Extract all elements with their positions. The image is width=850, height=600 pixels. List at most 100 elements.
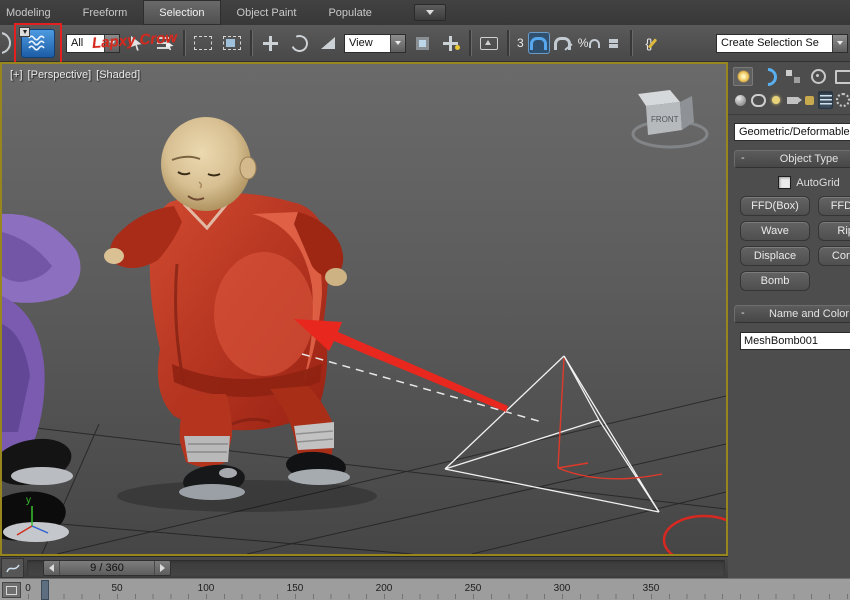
edit-named-selection-sets-button[interactable]: {} bbox=[637, 30, 663, 56]
tab-hierarchy[interactable] bbox=[783, 67, 803, 86]
object-type-button-bomb[interactable]: Bomb bbox=[740, 271, 810, 291]
window-crossing-icon bbox=[223, 36, 241, 50]
select-and-scale-button[interactable] bbox=[315, 30, 341, 56]
angle-snap-toggle[interactable] bbox=[553, 32, 575, 54]
object-type-rollout: - Object Type AutoGrid FFD(Box) FFD(Cyl) W… bbox=[734, 150, 850, 296]
character-red-monk[interactable] bbox=[104, 117, 377, 512]
object-type-rollout-title: Object Type bbox=[779, 153, 839, 165]
spinner-snap-toggle[interactable] bbox=[603, 32, 625, 54]
time-slider-handle[interactable]: 9 / 360 bbox=[43, 559, 171, 576]
snaps-toggle-button[interactable] bbox=[527, 32, 550, 54]
perspective-viewport[interactable]: y FRONT [+] [Perspective] [Shaded] bbox=[0, 62, 728, 556]
object-type-button-ffd-box-[interactable]: FFD(Box) bbox=[740, 196, 810, 216]
ribbon-tab-modeling[interactable]: Modeling bbox=[0, 0, 67, 25]
trackbar-filter-icon[interactable] bbox=[2, 582, 21, 598]
toolbar-separator bbox=[183, 30, 185, 56]
category-geometry[interactable] bbox=[733, 91, 748, 109]
next-frame-arrow-icon[interactable] bbox=[155, 561, 170, 575]
chevron-down-icon[interactable] bbox=[832, 34, 847, 52]
rectangular-selection-region-button[interactable] bbox=[190, 30, 216, 56]
category-shapes[interactable] bbox=[750, 91, 767, 109]
window-crossing-toggle[interactable] bbox=[219, 30, 245, 56]
bind-to-space-warp-icon bbox=[19, 26, 55, 58]
object-type-button-conform[interactable]: Conform bbox=[818, 246, 850, 266]
viewport-shading-menu[interactable]: [Shaded] bbox=[96, 69, 140, 81]
collapse-icon: - bbox=[741, 307, 745, 319]
axis-y-label: y bbox=[26, 495, 31, 506]
autogrid-label: AutoGrid bbox=[796, 176, 840, 189]
viewport-pov-menu[interactable]: [Perspective] bbox=[28, 69, 92, 81]
category-lights[interactable] bbox=[769, 91, 784, 109]
time-slider-track[interactable]: 9 / 360 bbox=[27, 559, 725, 576]
category-systems[interactable] bbox=[835, 91, 850, 109]
object-type-button-ripple[interactable]: Ripple bbox=[818, 221, 850, 241]
command-panel: Geometric/Deformable - Object Type AutoG… bbox=[728, 62, 850, 578]
rotate-circle-icon bbox=[288, 32, 310, 54]
name-color-rollout: - Name and Color bbox=[734, 305, 850, 350]
viewcube-front-label[interactable]: FRONT bbox=[651, 115, 679, 124]
select-and-rotate-button[interactable] bbox=[286, 30, 312, 56]
select-by-name-button[interactable] bbox=[152, 30, 178, 56]
percent-label: % bbox=[577, 36, 589, 50]
motion-icon bbox=[810, 69, 826, 84]
viewport-general-menu[interactable]: [+] bbox=[10, 69, 23, 81]
spacewarp-category-dropdown[interactable]: Geometric/Deformable bbox=[734, 123, 850, 141]
chevron-down-icon[interactable] bbox=[390, 34, 405, 52]
ribbon-tab-populate[interactable]: Populate bbox=[312, 0, 387, 25]
ribbon-tab-bar: Modeling Freeform Selection Object Paint Pop… bbox=[0, 0, 850, 26]
autogrid-checkbox[interactable] bbox=[778, 176, 792, 189]
trackbar-tick-350: 350 bbox=[642, 583, 660, 594]
object-name-input[interactable] bbox=[740, 332, 850, 350]
object-type-button-wave[interactable]: Wave bbox=[740, 221, 810, 241]
toolbar-separator bbox=[469, 30, 471, 56]
object-type-rollout-header[interactable]: - Object Type bbox=[734, 150, 850, 168]
select-object-button[interactable] bbox=[123, 30, 149, 56]
object-type-button-ffd-cyl-[interactable]: FFD(Cyl) bbox=[818, 196, 850, 216]
ribbon-options-dropdown[interactable] bbox=[413, 4, 446, 21]
select-and-manipulate-button[interactable] bbox=[438, 30, 464, 56]
chevron-down-icon[interactable] bbox=[104, 34, 119, 52]
mini-curve-editor-button[interactable] bbox=[1, 557, 24, 578]
bind-to-space-warp-button[interactable] bbox=[14, 22, 62, 64]
current-frame-marker[interactable] bbox=[41, 580, 49, 600]
time-slider-bar: 9 / 360 bbox=[0, 556, 728, 578]
percent-snap-toggle[interactable]: % bbox=[578, 32, 600, 54]
application-window: Modeling Freeform Selection Object Paint Pop… bbox=[0, 0, 850, 600]
category-cameras[interactable] bbox=[785, 91, 802, 109]
hierarchy-icon bbox=[786, 70, 800, 83]
previous-frame-arrow-icon[interactable] bbox=[44, 561, 59, 575]
frame-display[interactable]: 9 / 360 bbox=[59, 560, 155, 575]
use-pivot-point-center-button[interactable] bbox=[409, 30, 435, 56]
ribbon-tab-object-paint[interactable]: Object Paint bbox=[221, 0, 313, 25]
tab-display[interactable] bbox=[833, 67, 850, 86]
ribbon-tab-selection[interactable]: Selection bbox=[143, 0, 221, 25]
object-type-button-displace[interactable]: Displace bbox=[740, 246, 810, 266]
trackbar-ruler[interactable]: 0 50 100 150 200 250 300 350 bbox=[0, 578, 850, 600]
category-space-warps[interactable] bbox=[818, 91, 833, 109]
camera-icon bbox=[786, 96, 802, 104]
keyboard-shortcut-override-toggle[interactable] bbox=[476, 30, 502, 56]
named-selection-set-dropdown[interactable]: Create Selection Se bbox=[716, 33, 848, 53]
reference-coordinate-dropdown[interactable]: View bbox=[344, 33, 406, 53]
trackbar-tick-100: 100 bbox=[197, 583, 215, 594]
ribbon-tab-freeform[interactable]: Freeform bbox=[67, 0, 144, 25]
viewcube[interactable]: FRONT bbox=[631, 90, 709, 149]
toolbar-separator bbox=[250, 30, 252, 56]
select-and-move-button[interactable] bbox=[257, 30, 283, 56]
character-purple[interactable] bbox=[2, 213, 81, 546]
pivot-cube-icon bbox=[415, 36, 429, 50]
name-color-rollout-header[interactable]: - Name and Color bbox=[734, 305, 850, 323]
snaps-count-label: 3 bbox=[517, 36, 524, 50]
unlink-selection-button[interactable] bbox=[2, 30, 12, 56]
tab-create[interactable] bbox=[733, 67, 753, 86]
category-helpers[interactable] bbox=[802, 91, 817, 109]
helpers-icon bbox=[804, 95, 814, 105]
tab-modify[interactable] bbox=[755, 63, 781, 90]
object-type-grid: FFD(Box) FFD(Cyl) Wave Ripple Displace Confor… bbox=[734, 194, 850, 296]
autogrid-row: AutoGrid bbox=[734, 176, 850, 189]
tab-motion[interactable] bbox=[808, 67, 828, 86]
selection-filter-dropdown[interactable]: All bbox=[66, 33, 120, 53]
list-cursor-icon bbox=[156, 36, 174, 50]
spinner-icon bbox=[609, 38, 619, 48]
command-panel-tabs bbox=[728, 62, 850, 90]
